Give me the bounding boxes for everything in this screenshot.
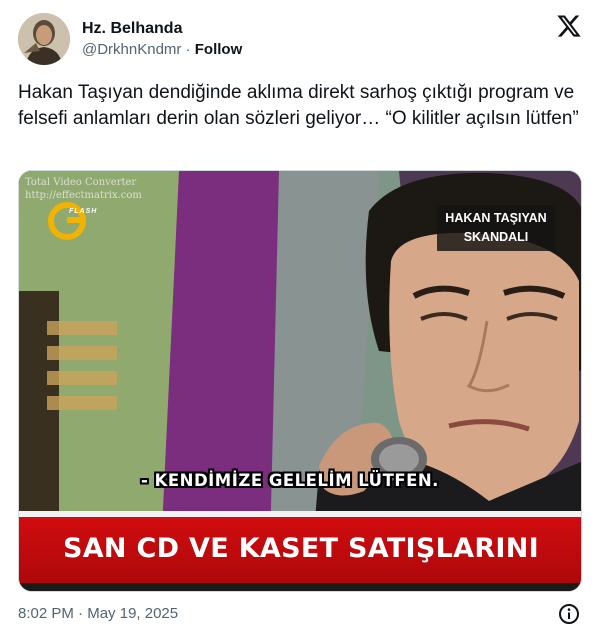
tag-line1: HAKAN TAŞIYAN xyxy=(445,211,547,225)
tweet-time: 8:02 PM xyxy=(18,605,74,622)
info-icon[interactable] xyxy=(558,603,580,625)
tweet-text: Hakan Taşıyan dendiğinde aklıma direkt s… xyxy=(18,82,579,129)
channel-logo: FLASH xyxy=(47,201,103,241)
author-handle[interactable]: @DrkhnKndmr xyxy=(82,41,181,58)
ticker-bottom-bar xyxy=(19,583,581,591)
channel-logo-text: FLASH xyxy=(69,208,98,215)
tag-line2: SKANDALI xyxy=(463,230,529,244)
tweet-date: May 19, 2025 xyxy=(87,605,179,622)
timestamp-separator: · xyxy=(78,605,84,622)
avatar[interactable] xyxy=(18,13,70,65)
news-ticker: SAN CD VE KASET SATIŞLARINI xyxy=(19,511,581,591)
tweet-card: Hz. Belhanda @DrkhnKndmr · Follow Hakan … xyxy=(0,0,600,644)
tweet-timestamp[interactable]: 8:02 PM · May 19, 2025 xyxy=(18,605,178,622)
handle-separator: · xyxy=(185,41,191,58)
video-subtitle: - KENDİMİZE GELELİM LÜTFEN. xyxy=(141,471,439,490)
ticker-text: SAN CD VE KASET SATIŞLARINI xyxy=(62,533,540,564)
watermark-line1: Total Video Converter xyxy=(25,177,137,188)
program-tag: HAKAN TAŞIYAN SKANDALI xyxy=(437,205,555,251)
follow-button[interactable]: Follow xyxy=(195,41,243,58)
x-logo-icon[interactable] xyxy=(556,13,582,39)
author-display-name[interactable]: Hz. Belhanda xyxy=(82,20,182,38)
author-handle-row: @DrkhnKndmr · Follow xyxy=(82,41,242,58)
ticker-top-bar xyxy=(19,511,581,517)
watermark-line2: http://effectmatrix.com xyxy=(25,190,142,201)
tweet-media[interactable]: Total Video Converter http://effectmatri… xyxy=(18,170,582,592)
